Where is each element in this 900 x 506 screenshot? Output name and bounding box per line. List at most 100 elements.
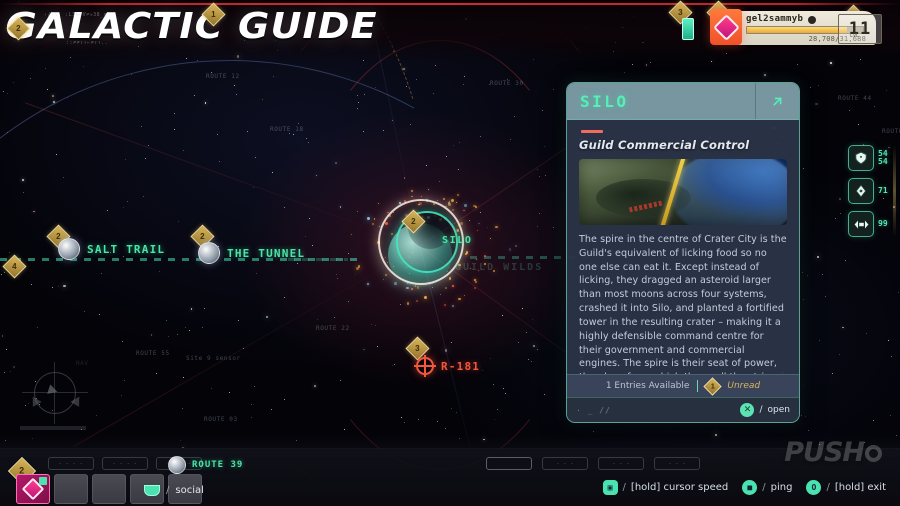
center-slot-row: - - - - - - - - - (486, 457, 700, 470)
center-slot[interactable]: - - - (654, 457, 700, 470)
radar-scale-bar (20, 426, 86, 430)
map-poi-the-tunnel[interactable]: THE TUNNEL (198, 242, 305, 264)
expand-arrow-icon[interactable] (755, 83, 799, 119)
hotkey-button-icon[interactable]: ▣ (602, 480, 618, 495)
hotkey-separator: / (826, 482, 830, 493)
hotkey-legend: ▣ / [hold] cursor speed ■ / ping O / [ho… (602, 480, 886, 495)
player-badge[interactable] (710, 9, 742, 45)
entries-count: 1 Entries Available (605, 381, 690, 391)
close-button-icon[interactable]: ✕ (740, 403, 755, 417)
hotkey-label: [hold] exit (834, 482, 886, 493)
xp-progress-fill (747, 27, 847, 33)
center-slot[interactable]: - - - (598, 457, 644, 470)
hotkey-ping[interactable]: ■ / ping (742, 480, 792, 495)
map-poi-label: SALT TRAIL (87, 242, 166, 256)
codex-body-text: The spire in the centre of Crater City i… (579, 234, 787, 374)
radar-caption: NAV (76, 360, 89, 367)
player-level-caption: LVL (850, 33, 860, 39)
unread-badge-icon: 1 (703, 376, 723, 396)
hotkey-button-icon[interactable]: O (806, 480, 822, 495)
social-action[interactable]: / social (144, 485, 204, 496)
decorative-code-text: ‹/›\_ :L3R©V≠≈38_≠ (44, 12, 108, 18)
slot-equipped-marker (39, 477, 47, 485)
map-marker-number: 1 (211, 9, 216, 19)
codex-panel[interactable]: SILO Guild Commercial Control The spire … (566, 82, 800, 423)
accent-dash (581, 130, 603, 133)
map-faint-label: ROUTE 07 (882, 128, 900, 135)
player-level-box: 11 (838, 14, 882, 44)
watermark-ring-icon (865, 445, 882, 462)
unread-label: Unread (727, 381, 761, 391)
quick-slot-label[interactable]: - - - - (48, 457, 94, 470)
radar-pointer-icon (70, 394, 84, 407)
fuel-stat-icon[interactable] (848, 178, 874, 204)
bottom-gradient-strip (0, 435, 900, 457)
hud-rail (893, 145, 896, 237)
center-slot[interactable] (486, 457, 532, 470)
hotkey-label: [hold] cursor speed (630, 482, 729, 493)
shield-stat-icon[interactable] (848, 145, 874, 171)
item-slot[interactable] (92, 474, 126, 504)
codex-image (579, 159, 787, 225)
unread-badge-count: 1 (710, 382, 715, 390)
social-icon (144, 485, 160, 496)
map-poi-label: R-181 (441, 359, 481, 373)
map-faint-label: ROUTE 44 (838, 95, 872, 102)
hotkey-button-icon[interactable]: ■ (742, 480, 758, 495)
map-marker-number: 2 (200, 231, 205, 241)
codex-open-action[interactable]: ✕ / open (740, 403, 790, 417)
hotkey-label: ping (770, 482, 793, 493)
hotkey-separator: / (622, 482, 626, 493)
codex-entries-bar: 1 Entries Available 1 Unread (567, 374, 799, 397)
map-faint-label: ROUTE 03 (204, 416, 238, 423)
map-poi-salt-trail[interactable]: SALT TRAIL (58, 238, 165, 260)
divider (697, 380, 699, 392)
map-faint-label: ROUTE 22 (316, 325, 350, 332)
social-separator: / (166, 485, 170, 496)
map-marker-number: 2 (16, 23, 21, 33)
map-faint-label: ROUTE 12 (206, 73, 240, 80)
map-marker-number: 3 (678, 7, 683, 17)
hotkey-cursor-speed[interactable]: ▣ / [hold] cursor speed (602, 480, 729, 495)
map-faint-label: ROUTE 30 (490, 80, 524, 87)
quick-slot-label[interactable]: - - - - (102, 457, 148, 470)
stat-row-shield[interactable]: 54 54 (848, 145, 888, 171)
map-label-silo: SILO (442, 235, 473, 246)
map-faint-label: ROUTE 55 (136, 350, 170, 357)
station-orb-icon (198, 242, 220, 264)
social-label: social (175, 485, 204, 496)
map-marker-number: 2 (411, 216, 416, 226)
codex-header: SILO (567, 83, 799, 120)
map-faint-label: Site 9 sensor (186, 355, 241, 362)
energy-chip-icon[interactable] (682, 18, 694, 40)
stat-row-fuel[interactable]: 71 (848, 178, 888, 204)
cargo-stat-icon[interactable] (848, 211, 874, 237)
map-region-label: GUILD WILDS (455, 262, 544, 273)
nav-radar-widget: NAV (18, 358, 110, 438)
center-slot[interactable]: - - - (542, 457, 588, 470)
map-poi-r-181[interactable]: R-181 (414, 355, 481, 377)
planet-silo[interactable]: 2 SILO (370, 195, 480, 300)
gem-icon (712, 13, 740, 41)
codex-subtitle: Guild Commercial Control (579, 138, 750, 152)
codex-body: Guild Commercial Control The spire in th… (567, 120, 799, 374)
player-status-dot-icon (808, 16, 816, 24)
player-name: gel2sammyb (746, 14, 804, 24)
stat-row-cargo[interactable]: 99 (848, 211, 888, 237)
item-slot[interactable] (54, 474, 88, 504)
hotkey-separator: / (762, 482, 766, 493)
stat-value-cargo: 99 (878, 218, 888, 228)
hostile-target-icon (414, 355, 436, 377)
map-marker-number: 4 (12, 261, 17, 271)
route-indicator[interactable]: ROUTE 39 (168, 456, 243, 474)
route-orb-icon (168, 456, 186, 474)
watermark: PUSH (784, 437, 882, 468)
item-slot-active[interactable] (16, 474, 50, 504)
stat-value-fuel: 71 (878, 185, 888, 195)
bottom-hud-bar: 2 - - - - - - - - - - - - ROUTE 39 / soc… (0, 435, 900, 506)
footer-separator: / (759, 405, 763, 415)
map-faint-label: ROUTE 18 (270, 126, 304, 133)
watermark-text: PUSH (784, 437, 865, 468)
hotkey-exit[interactable]: O / [hold] exit (806, 480, 886, 495)
stat-value-shield: 54 54 (878, 148, 888, 166)
